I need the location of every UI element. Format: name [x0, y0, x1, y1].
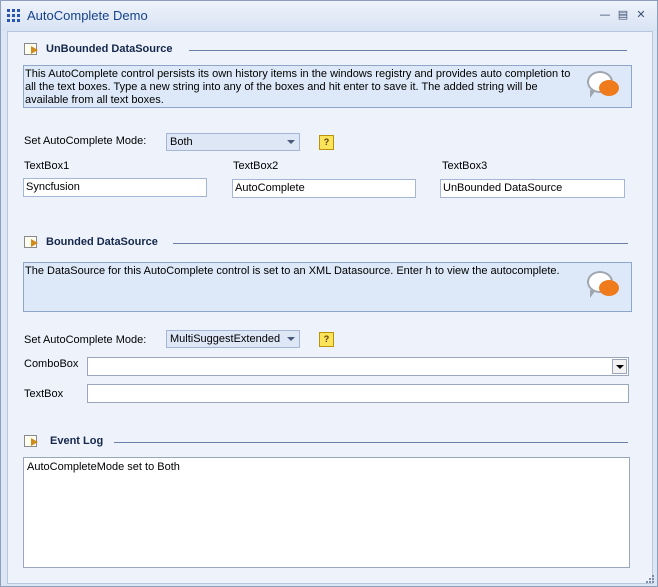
bounded-textbox-input[interactable]	[87, 384, 629, 403]
textbox2-label: TextBox2	[233, 160, 279, 172]
main-panel: UnBounded DataSource This AutoComplete c…	[7, 31, 653, 584]
section-folder-icon	[24, 234, 40, 248]
unbounded-section-title: UnBounded DataSource	[46, 43, 173, 55]
app-grid-icon	[7, 9, 21, 23]
speech-bubble-icon	[585, 269, 623, 303]
section-divider	[189, 50, 627, 51]
combobox-input[interactable]	[87, 357, 629, 376]
section-divider	[114, 442, 628, 443]
combobox-label: ComboBox	[24, 358, 79, 370]
section-folder-icon	[24, 41, 40, 55]
maximize-icon: ▤	[617, 8, 629, 21]
app-window: AutoComplete Demo — ▤ ✕ UnBounded DataSo…	[0, 0, 658, 587]
textbox3-label: TextBox3	[442, 160, 488, 172]
unbounded-mode-select[interactable]: Both	[166, 133, 300, 151]
textbox2-input[interactable]: AutoComplete	[232, 179, 416, 198]
bounded-mode-label: Set AutoComplete Mode:	[24, 334, 147, 346]
bounded-description-box: The DataSource for this AutoComplete con…	[23, 262, 632, 312]
help-icon[interactable]: ?	[319, 332, 334, 347]
minimize-icon: —	[599, 8, 611, 21]
textbox1-label: TextBox1	[24, 160, 70, 172]
bounded-mode-select[interactable]: MultiSuggestExtended	[166, 330, 300, 348]
event-log-box[interactable]: AutoCompleteMode set to Both	[23, 457, 630, 568]
speech-bubble-icon	[585, 69, 623, 103]
unbounded-description: This AutoComplete control persists its o…	[25, 68, 571, 106]
title-bar[interactable]: AutoComplete Demo — ▤ ✕	[1, 1, 657, 31]
unbounded-mode-label: Set AutoComplete Mode:	[24, 135, 147, 147]
maximize-button[interactable]: ▤	[615, 8, 631, 22]
textbox1-input[interactable]: Syncfusion	[23, 178, 207, 197]
bounded-mode-value: MultiSuggestExtended	[170, 333, 281, 345]
bounded-description: The DataSource for this AutoComplete con…	[25, 265, 560, 277]
chevron-down-icon	[287, 140, 295, 144]
chevron-down-icon	[616, 365, 624, 369]
resize-grip-icon[interactable]	[645, 574, 655, 584]
unbounded-description-box: This AutoComplete control persists its o…	[23, 65, 632, 108]
window-title: AutoComplete Demo	[27, 8, 148, 23]
event-log-title: Event Log	[50, 435, 104, 447]
close-button[interactable]: ✕	[633, 8, 649, 22]
combobox-dropdown-button[interactable]	[612, 359, 627, 374]
section-folder-icon	[24, 433, 40, 447]
bounded-section-title: Bounded DataSource	[46, 236, 158, 248]
textbox3-input[interactable]: UnBounded DataSource	[440, 179, 625, 198]
unbounded-mode-value: Both	[170, 136, 193, 148]
close-icon: ✕	[636, 8, 646, 21]
help-icon[interactable]: ?	[319, 135, 334, 150]
textbox-label: TextBox	[24, 388, 64, 400]
minimize-button[interactable]: —	[597, 8, 613, 22]
event-log-entry: AutoCompleteMode set to Both	[27, 461, 180, 473]
section-divider	[173, 243, 628, 244]
chevron-down-icon	[287, 337, 295, 341]
